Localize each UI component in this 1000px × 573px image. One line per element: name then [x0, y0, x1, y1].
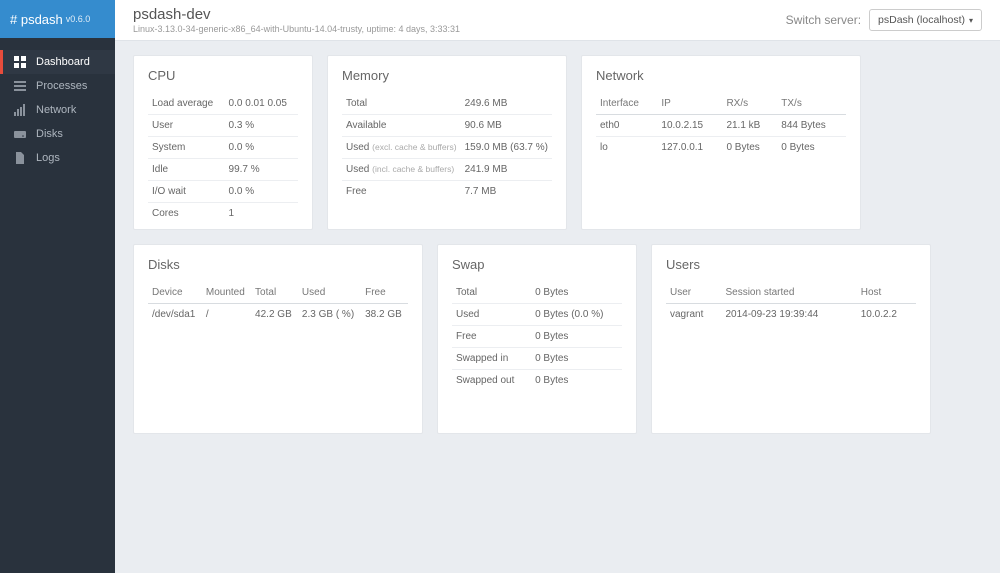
- cpu-load-value: 0.0 0.01 0.05: [225, 93, 298, 115]
- card-title: CPU: [148, 68, 298, 83]
- cpu-user-value: 0.3 %: [225, 115, 298, 137]
- server-select-value: psDash (localhost): [878, 14, 965, 26]
- swap-total-value: 0 Bytes: [531, 282, 622, 304]
- net-h-iface: Interface: [596, 93, 657, 115]
- users-h-user: User: [666, 282, 721, 304]
- mem-usedin-value: 241.9 MB: [461, 159, 552, 181]
- users-h-session: Session started: [721, 282, 856, 304]
- chevron-down-icon: ▾: [969, 16, 973, 25]
- signal-icon: [12, 104, 28, 116]
- hdd-icon: [12, 128, 28, 140]
- sidebar-item-dashboard[interactable]: Dashboard: [0, 50, 115, 74]
- card-title: Users: [666, 257, 916, 272]
- disks-table: Device Mounted Total Used Free /dev/sda1…: [148, 282, 408, 325]
- main: psdash-dev Linux-3.13.0-34-generic-x86_6…: [115, 0, 1000, 573]
- file-icon: [12, 152, 28, 164]
- swap-table: Total0 Bytes Used0 Bytes (0.0 %) Free0 B…: [452, 282, 622, 391]
- net-h-ip: IP: [657, 93, 722, 115]
- content: CPU Load average0.0 0.01 0.05 User0.3 % …: [115, 41, 1000, 462]
- swap-total-label: Total: [452, 282, 531, 304]
- list-icon: [12, 80, 28, 92]
- card-title: Disks: [148, 257, 408, 272]
- cpu-card: CPU Load average0.0 0.01 0.05 User0.3 % …: [133, 55, 313, 230]
- cpu-cores-value: 1: [225, 203, 298, 225]
- brand[interactable]: # psdash v0.6.0: [0, 0, 115, 38]
- server-select-dropdown[interactable]: psDash (localhost) ▾: [869, 9, 982, 31]
- mem-usedex-value: 159.0 MB (63.7 %): [461, 137, 552, 159]
- cpu-iowait-label: I/O wait: [148, 181, 225, 203]
- cpu-user-label: User: [148, 115, 225, 137]
- mem-usedex-label: Used (excl. cache & buffers): [342, 137, 461, 159]
- cpu-iowait-value: 0.0 %: [225, 181, 298, 203]
- cpu-load-label: Load average: [148, 93, 225, 115]
- memory-card: Memory Total249.6 MB Available90.6 MB Us…: [327, 55, 567, 230]
- swap-in-value: 0 Bytes: [531, 348, 622, 370]
- memory-table: Total249.6 MB Available90.6 MB Used (exc…: [342, 93, 552, 202]
- swap-out-value: 0 Bytes: [531, 370, 622, 392]
- mem-avail-value: 90.6 MB: [461, 115, 552, 137]
- sidebar-item-label: Processes: [36, 80, 87, 92]
- sidebar-item-logs[interactable]: Logs: [0, 146, 115, 170]
- card-title: Swap: [452, 257, 622, 272]
- swap-in-label: Swapped in: [452, 348, 531, 370]
- mem-free-value: 7.7 MB: [461, 181, 552, 203]
- table-row: vagrant 2014-09-23 19:39:44 10.0.2.2: [666, 304, 916, 326]
- brand-name: # psdash: [10, 12, 63, 27]
- cpu-idle-value: 99.7 %: [225, 159, 298, 181]
- mem-avail-label: Available: [342, 115, 461, 137]
- sidebar-item-disks[interactable]: Disks: [0, 122, 115, 146]
- table-row: /dev/sda1 / 42.2 GB 2.3 GB ( %) 38.2 GB: [148, 304, 408, 326]
- cpu-table: Load average0.0 0.01 0.05 User0.3 % Syst…: [148, 93, 298, 224]
- page-title: psdash-dev: [133, 6, 460, 23]
- sidebar-item-label: Dashboard: [36, 56, 90, 68]
- mem-total-value: 249.6 MB: [461, 93, 552, 115]
- disks-card: Disks Device Mounted Total Used Free /de…: [133, 244, 423, 434]
- dashboard-icon: [12, 56, 28, 68]
- sidebar: # psdash v0.6.0 Dashboard Processes Ne: [0, 0, 115, 573]
- disks-h-device: Device: [148, 282, 202, 304]
- net-h-tx: TX/s: [777, 93, 846, 115]
- swap-used-value: 0 Bytes (0.0 %): [531, 304, 622, 326]
- sidebar-item-network[interactable]: Network: [0, 98, 115, 122]
- brand-version: v0.6.0: [66, 14, 91, 24]
- sidebar-item-label: Disks: [36, 128, 63, 140]
- sidebar-item-processes[interactable]: Processes: [0, 74, 115, 98]
- users-table: User Session started Host vagrant 2014-0…: [666, 282, 916, 325]
- swap-used-label: Used: [452, 304, 531, 326]
- topbar: psdash-dev Linux-3.13.0-34-generic-x86_6…: [115, 0, 1000, 41]
- table-row: eth0 10.0.2.15 21.1 kB 844 Bytes: [596, 115, 846, 137]
- cpu-cores-label: Cores: [148, 203, 225, 225]
- sidebar-item-label: Logs: [36, 152, 60, 164]
- card-title: Memory: [342, 68, 552, 83]
- cpu-idle-label: Idle: [148, 159, 225, 181]
- users-h-host: Host: [857, 282, 916, 304]
- network-card: Network Interface IP RX/s TX/s eth0 10.0…: [581, 55, 861, 230]
- net-h-rx: RX/s: [722, 93, 777, 115]
- nav-list: Dashboard Processes Network Disks: [0, 38, 115, 170]
- mem-free-label: Free: [342, 181, 461, 203]
- mem-usedin-label: Used (incl. cache & buffers): [342, 159, 461, 181]
- cpu-system-label: System: [148, 137, 225, 159]
- disks-h-mounted: Mounted: [202, 282, 251, 304]
- page-subtitle: Linux-3.13.0-34-generic-x86_64-with-Ubun…: [133, 24, 460, 34]
- switch-server-label: Switch server:: [786, 13, 861, 27]
- users-card: Users User Session started Host vagrant …: [651, 244, 931, 434]
- swap-free-value: 0 Bytes: [531, 326, 622, 348]
- disks-h-free: Free: [361, 282, 408, 304]
- mem-total-label: Total: [342, 93, 461, 115]
- swap-card: Swap Total0 Bytes Used0 Bytes (0.0 %) Fr…: [437, 244, 637, 434]
- cpu-system-value: 0.0 %: [225, 137, 298, 159]
- sidebar-item-label: Network: [36, 104, 76, 116]
- table-row: lo 127.0.0.1 0 Bytes 0 Bytes: [596, 137, 846, 159]
- swap-out-label: Swapped out: [452, 370, 531, 392]
- network-table: Interface IP RX/s TX/s eth0 10.0.2.15 21…: [596, 93, 846, 158]
- card-title: Network: [596, 68, 846, 83]
- disks-h-total: Total: [251, 282, 298, 304]
- swap-free-label: Free: [452, 326, 531, 348]
- disks-h-used: Used: [298, 282, 361, 304]
